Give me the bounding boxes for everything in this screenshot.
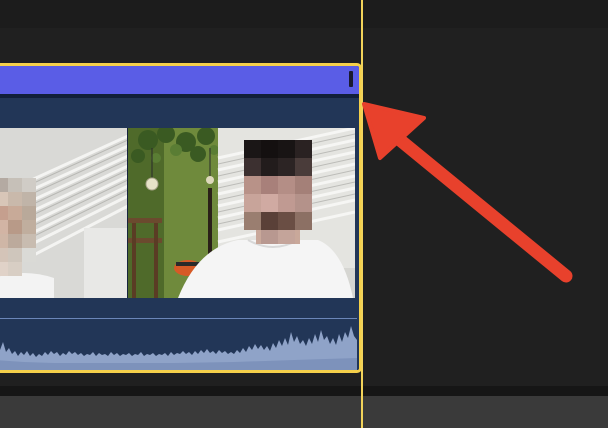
- video-clip[interactable]: [0, 63, 362, 373]
- timeline-scrollbar[interactable]: [0, 396, 608, 428]
- clip-trim-handle[interactable]: [349, 71, 353, 87]
- clip-thumbnail: [0, 128, 128, 298]
- editor-timeline: [0, 0, 608, 428]
- clip-title-bar[interactable]: [0, 66, 359, 94]
- clip-thumbnails: [0, 128, 357, 298]
- clip-thumbnail: [128, 128, 355, 298]
- timeline-ruler[interactable]: [0, 0, 608, 28]
- annotation-arrow-icon: [362, 102, 573, 283]
- timeline-bottom-strip: [0, 386, 608, 396]
- clip-body[interactable]: [0, 98, 359, 370]
- audio-waveform: [0, 318, 357, 370]
